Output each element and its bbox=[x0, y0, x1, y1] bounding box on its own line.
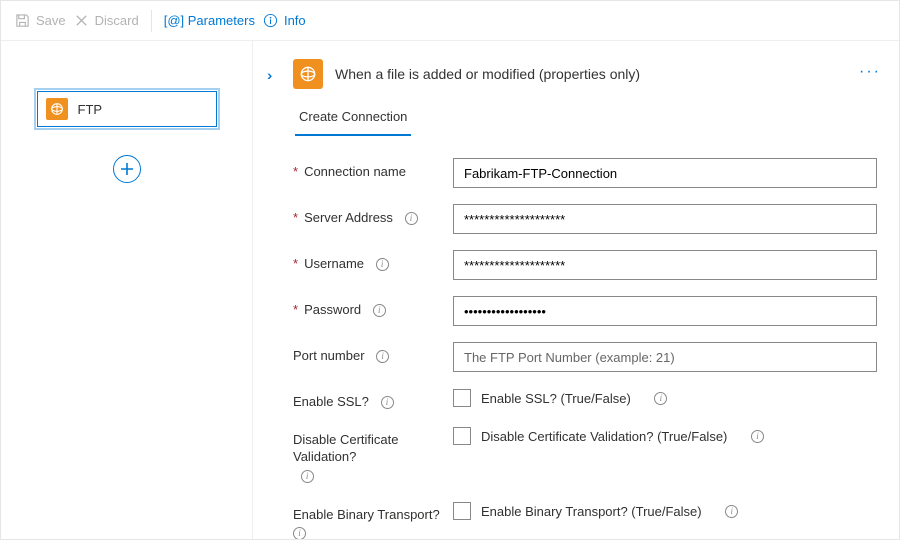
trigger-node-ftp[interactable]: FTP bbox=[37, 91, 217, 127]
label-password: Password bbox=[304, 302, 361, 318]
toolbar-save-label: Save bbox=[36, 13, 66, 28]
toolbar-info-label: Info bbox=[284, 13, 306, 28]
toolbar: Save Discard [@] Parameters Info bbox=[1, 1, 899, 41]
app-window: Save Discard [@] Parameters Info FTP bbox=[0, 0, 900, 540]
toolbar-separator bbox=[151, 10, 152, 32]
binary-transport-check-label: Enable Binary Transport? (True/False) bbox=[481, 504, 702, 519]
info-icon[interactable]: i bbox=[376, 258, 389, 271]
required-marker: * bbox=[293, 302, 298, 318]
disable-cert-check-label: Disable Certificate Validation? (True/Fa… bbox=[481, 429, 727, 444]
info-icon[interactable]: i bbox=[405, 212, 418, 225]
add-step-button[interactable] bbox=[113, 155, 141, 183]
ftp-icon bbox=[293, 59, 323, 89]
panel-header: When a file is added or modified (proper… bbox=[293, 59, 877, 89]
ftp-icon bbox=[46, 98, 68, 120]
parameters-button[interactable]: [@] Parameters bbox=[164, 13, 255, 28]
connection-name-input[interactable] bbox=[453, 158, 877, 188]
info-icon[interactable]: i bbox=[376, 350, 389, 363]
designer-canvas: FTP bbox=[1, 41, 253, 539]
config-panel: ›› ··· When a file is added or modified … bbox=[253, 41, 899, 539]
binary-transport-checkbox[interactable] bbox=[453, 502, 471, 520]
username-input[interactable] bbox=[453, 250, 877, 280]
enable-ssl-check-label: Enable SSL? (True/False) bbox=[481, 391, 631, 406]
label-server-address: Server Address bbox=[304, 210, 393, 226]
info-icon[interactable]: i bbox=[301, 470, 314, 483]
info-icon bbox=[263, 13, 278, 28]
enable-ssl-checkbox[interactable] bbox=[453, 389, 471, 407]
connection-form: * Connection name * Server Address i * User… bbox=[293, 158, 877, 539]
toolbar-parameters-label: [@] Parameters bbox=[164, 13, 255, 28]
server-address-input[interactable] bbox=[453, 204, 877, 234]
save-button: Save bbox=[15, 13, 66, 28]
required-marker: * bbox=[293, 256, 298, 272]
panel-title: When a file is added or modified (proper… bbox=[335, 66, 640, 82]
label-enable-ssl: Enable SSL? bbox=[293, 394, 369, 410]
close-icon bbox=[74, 13, 89, 28]
info-icon[interactable]: i bbox=[381, 396, 394, 409]
plus-icon bbox=[120, 162, 134, 176]
info-button[interactable]: Info bbox=[263, 13, 306, 28]
info-icon[interactable]: i bbox=[751, 430, 764, 443]
panel-more-button[interactable]: ··· bbox=[859, 63, 881, 81]
info-icon[interactable]: i bbox=[654, 392, 667, 405]
label-username: Username bbox=[304, 256, 364, 272]
workspace: FTP ›› ··· When a file is added or modif… bbox=[1, 41, 899, 539]
label-disable-cert: Disable Certificate Validation? bbox=[293, 432, 453, 465]
tab-create-connection[interactable]: Create Connection bbox=[295, 101, 411, 136]
discard-button: Discard bbox=[74, 13, 139, 28]
info-icon[interactable]: i bbox=[373, 304, 386, 317]
required-marker: * bbox=[293, 164, 298, 180]
info-icon[interactable]: i bbox=[293, 527, 306, 539]
toolbar-discard-label: Discard bbox=[95, 13, 139, 28]
required-marker: * bbox=[293, 210, 298, 226]
label-port-number: Port number bbox=[293, 348, 365, 364]
label-connection-name: Connection name bbox=[304, 164, 406, 180]
disable-cert-checkbox[interactable] bbox=[453, 427, 471, 445]
info-icon[interactable]: i bbox=[725, 505, 738, 518]
trigger-node-label: FTP bbox=[78, 102, 103, 117]
label-binary-transport: Enable Binary Transport? bbox=[293, 507, 440, 523]
password-input[interactable] bbox=[453, 296, 877, 326]
panel-tabbar: Create Connection bbox=[295, 101, 877, 136]
save-icon bbox=[15, 13, 30, 28]
port-number-input[interactable] bbox=[453, 342, 877, 372]
collapse-panel-button[interactable]: ›› bbox=[267, 67, 268, 83]
